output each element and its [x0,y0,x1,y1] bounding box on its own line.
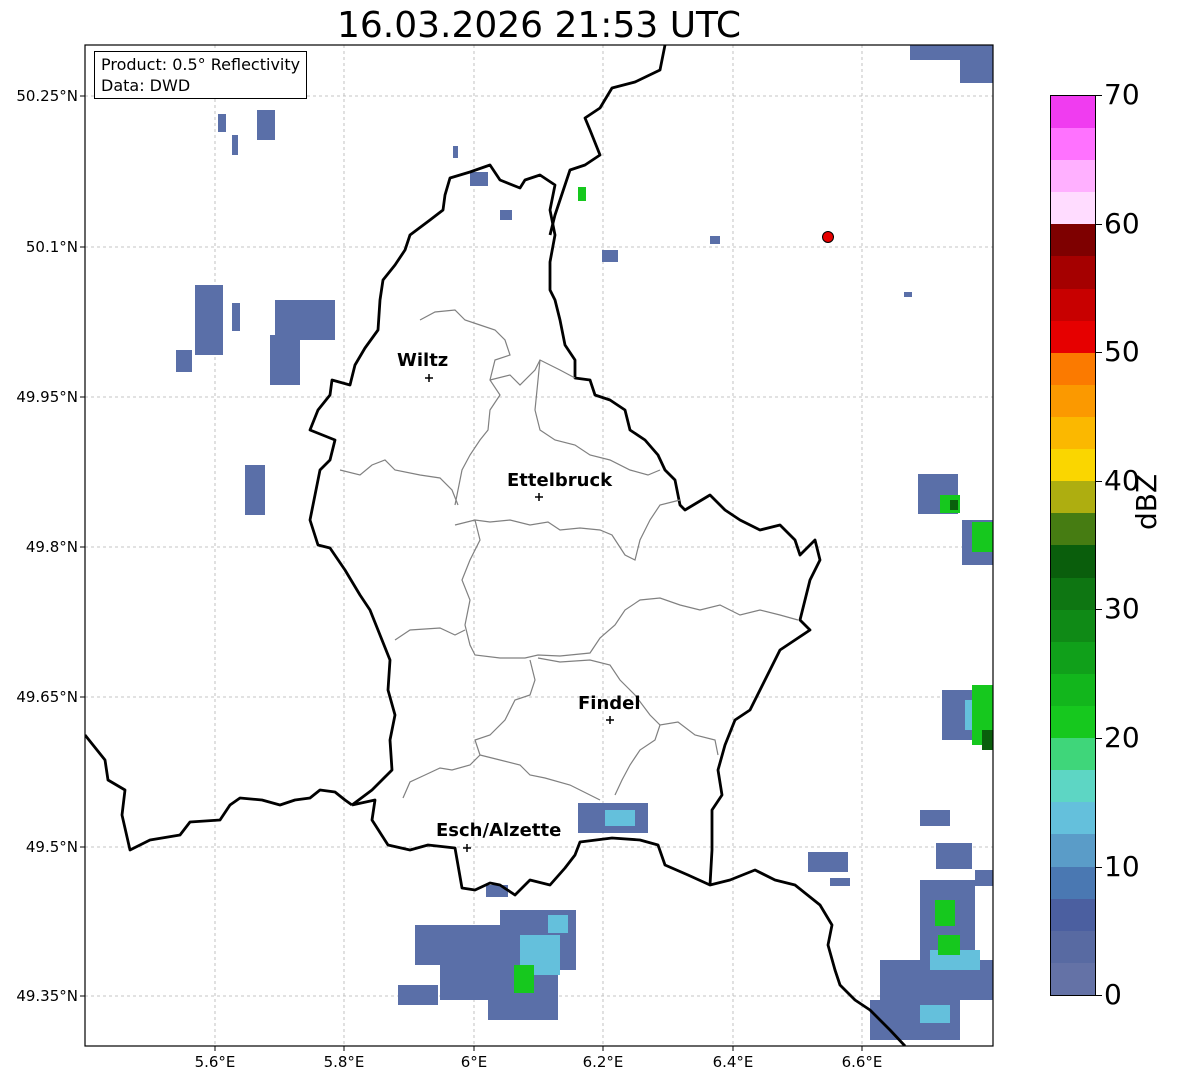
city-label-wiltz: Wiltz [397,350,449,371]
colorbar-tick [1096,481,1102,482]
colorbar [1050,95,1096,996]
colorbar-segment [1051,224,1095,257]
colorbar-segment [1051,609,1095,642]
colorbar-tick-label: 0 [1104,978,1122,1011]
colorbar-segment [1051,673,1095,707]
lon-label: 6.6°E [841,1053,883,1071]
colorbar-segment [1051,930,1095,963]
colorbar-segment [1051,706,1095,739]
lon-label: 6.2°E [582,1053,624,1071]
colorbar-segment [1051,288,1095,321]
colorbar-segment [1051,160,1095,193]
colorbar-tick [1096,95,1102,96]
colorbar-segment [1051,96,1095,129]
lat-label: 49.8°N [25,538,78,556]
colorbar-tick-label: 20 [1104,721,1140,754]
colorbar-tick [1096,867,1102,868]
colorbar-segment [1051,641,1095,674]
radar-site-marker [822,231,834,243]
colorbar-tick-label: 50 [1104,335,1140,368]
colorbar-segment [1051,545,1095,578]
colorbar-segment [1051,128,1095,161]
colorbar-tick [1096,609,1102,610]
colorbar-tick-label: 30 [1104,592,1140,625]
lat-label: 49.35°N [16,987,78,1005]
product-info-box: Product: 0.5° Reflectivity Data: DWD [94,51,308,99]
colorbar-tick [1096,224,1102,225]
colorbar-segment [1051,481,1095,514]
lon-label: 6°E [460,1053,488,1071]
lat-label: 50.25°N [16,87,78,105]
lat-label: 49.95°N [16,388,78,406]
colorbar-tick-label: 70 [1104,78,1140,111]
colorbar-segment [1051,577,1095,610]
map-gridlines [85,45,993,1046]
lon-label: 6.4°E [712,1053,754,1071]
colorbar-segment [1051,449,1095,482]
colorbar-tick-label: 10 [1104,850,1140,883]
city-markers [425,374,614,852]
colorbar-tick [1096,738,1102,739]
colorbar-tick [1096,352,1102,353]
city-label-ettelbruck: Ettelbruck [507,470,613,491]
lat-label: 49.5°N [25,838,78,856]
lon-label: 5.6°E [194,1053,236,1071]
colorbar-segment [1051,834,1095,867]
city-label-esch: Esch/Alzette [436,820,562,841]
lat-label: 50.1°N [25,238,78,256]
colorbar-label: dBZ [1130,473,1163,530]
colorbar-segment [1051,898,1095,931]
colorbar-segment [1051,866,1095,899]
colorbar-segment [1051,962,1095,995]
radar-map [80,44,994,1051]
colorbar-segment [1051,770,1095,803]
colorbar-segment [1051,256,1095,289]
colorbar-segment [1051,513,1095,546]
colorbar-segment [1051,352,1095,385]
colorbar-tick [1096,995,1102,996]
product-label: Product: 0.5° Reflectivity [101,55,301,74]
colorbar-tick-label: 60 [1104,207,1140,240]
colorbar-segment [1051,417,1095,450]
lon-label: 5.8°E [323,1053,365,1071]
data-source-label: Data: DWD [101,76,191,95]
colorbar-segment [1051,320,1095,353]
lat-label: 49.65°N [16,688,78,706]
colorbar-segment [1051,802,1095,835]
axis-ticks [80,95,863,1051]
colorbar-segment [1051,192,1095,225]
colorbar-segment [1051,738,1095,771]
colorbar-segment [1051,384,1095,418]
city-label-findel: Findel [578,693,641,714]
canton-borders [339,309,799,801]
map-frame [84,44,994,1047]
